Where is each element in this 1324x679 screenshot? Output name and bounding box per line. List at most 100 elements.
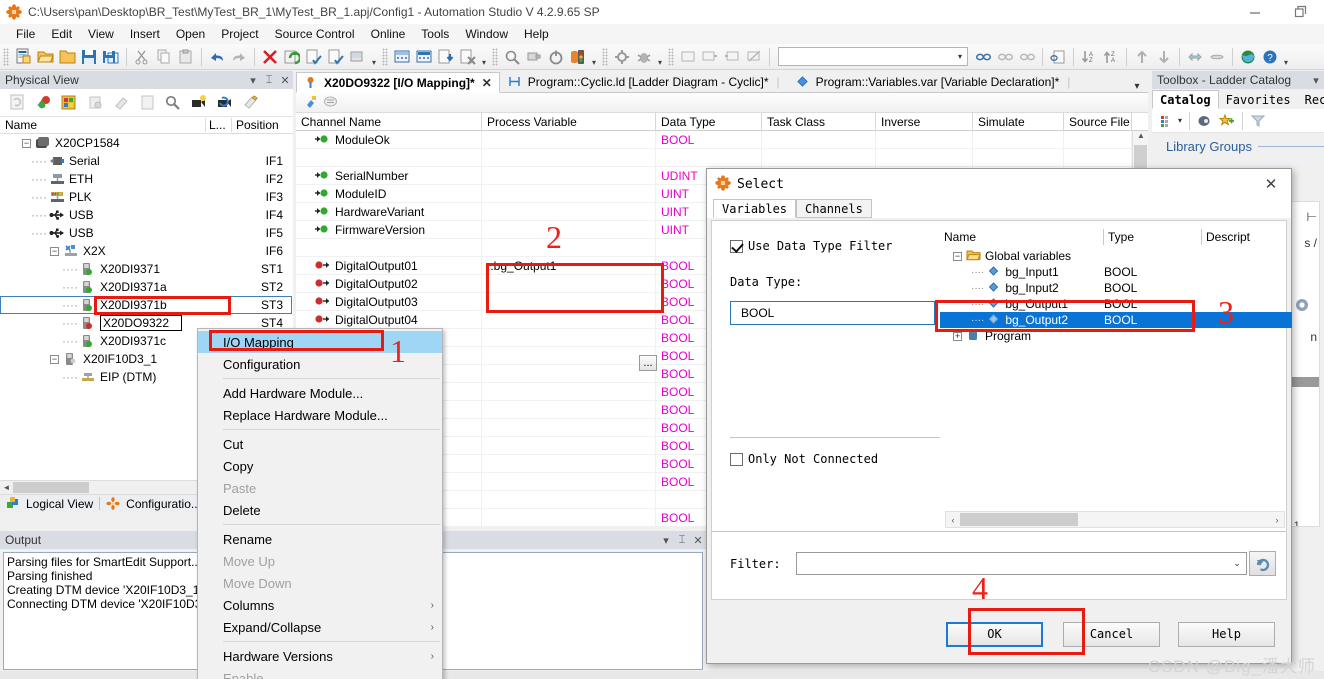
cell-process-variable[interactable] — [482, 184, 656, 203]
watch-window-icon[interactable] — [677, 46, 699, 68]
close-icon[interactable]: ✕ — [277, 74, 293, 87]
cell-process-variable[interactable] — [482, 202, 656, 221]
help-button[interactable]: Help — [1178, 621, 1275, 647]
cell-channel-name[interactable]: DigitalOutput04 — [296, 310, 482, 329]
tree-item-bg-output2[interactable]: ···· bg_Output2 BOOL — [940, 312, 1292, 328]
cell-process-variable[interactable] — [482, 292, 656, 311]
collapse-icon[interactable] — [1206, 46, 1228, 68]
sort-ascending-icon[interactable]: AZ — [1078, 46, 1100, 68]
power-icon[interactable] — [545, 46, 567, 68]
menu-item-expand-collapse[interactable]: Expand/Collapse › — [198, 616, 442, 638]
move-down-icon[interactable] — [1153, 46, 1175, 68]
tree-item-global-variables[interactable]: − Global variables — [940, 248, 1284, 264]
search-hardware-icon[interactable] — [160, 91, 186, 115]
debug-settings-icon[interactable] — [611, 46, 633, 68]
chevron-down-icon[interactable]: ⌄ — [1228, 558, 1246, 569]
column-header-inverse[interactable]: Inverse — [876, 112, 973, 131]
cell-process-variable[interactable] — [482, 328, 656, 347]
cell-process-variable[interactable] — [482, 130, 656, 149]
menu-item-help[interactable]: Help — [516, 25, 557, 43]
dock-tab-logical-view[interactable]: Logical View — [0, 496, 99, 511]
variable-mapping-icon[interactable] — [300, 94, 320, 112]
expander-icon[interactable]: − — [50, 354, 59, 364]
scroll-right-icon[interactable]: › — [1270, 515, 1284, 525]
menu-item-file[interactable]: File — [8, 25, 43, 43]
browse-variable-button[interactable]: ... — [639, 355, 657, 371]
cell-channel-name[interactable]: DigitalOutput01 — [296, 256, 482, 275]
diagonal-icon[interactable] — [108, 91, 134, 115]
add-hardware-icon[interactable] — [30, 91, 56, 115]
menu-item-hardware-versions[interactable]: Hardware Versions › — [198, 645, 442, 667]
open-project-icon[interactable] — [34, 46, 56, 68]
scroll-left-icon[interactable]: ◄ — [0, 483, 13, 492]
use-data-type-filter-checkbox[interactable] — [730, 239, 743, 253]
menu-item-view[interactable]: View — [80, 25, 122, 43]
clean-icon[interactable] — [457, 46, 479, 68]
monitor-stop-icon[interactable] — [413, 46, 435, 68]
expand-icon[interactable] — [1184, 46, 1206, 68]
cell-process-variable[interactable] — [482, 364, 656, 383]
toolbar-grip[interactable] — [382, 47, 388, 66]
clear-watch-icon[interactable] — [743, 46, 765, 68]
column-header-position[interactable]: Position — [231, 118, 293, 132]
new-project-icon[interactable] — [12, 46, 34, 68]
use-data-type-filter-row[interactable]: Use Data Type Filter — [730, 239, 940, 253]
menu-item-insert[interactable]: Insert — [122, 25, 168, 43]
cell-inverse[interactable] — [876, 130, 973, 149]
cell-process-variable[interactable] — [482, 220, 656, 239]
dock-tab-configuration[interactable]: Configuratio... — [100, 497, 207, 511]
save-icon[interactable] — [78, 46, 100, 68]
paste-icon[interactable] — [175, 46, 197, 68]
tab-io-mapping[interactable]: X20DO9322 [I/O Mapping]* ✕ — [296, 72, 500, 93]
expander-icon[interactable]: − — [953, 251, 962, 261]
add-favorite-icon[interactable] — [1216, 110, 1238, 132]
filter-clear-icon[interactable] — [1247, 110, 1269, 132]
save-all-icon[interactable] — [100, 46, 122, 68]
cell-process-variable[interactable] — [482, 274, 656, 293]
cell-channel-name[interactable]: SerialNumber — [296, 166, 482, 185]
debug-bug-icon[interactable] — [633, 46, 655, 68]
transfer-icon[interactable] — [347, 46, 369, 68]
menu-item-replace-hardware-module[interactable]: Replace Hardware Module... — [198, 404, 442, 426]
build-icon[interactable] — [281, 46, 303, 68]
tree-item-bg-input1[interactable]: ···· bg_Input1 BOOL — [940, 264, 1284, 280]
chevron-down-icon[interactable]: ▾ — [245, 74, 261, 87]
close-icon[interactable]: ✕ — [482, 76, 492, 90]
toolbar-overflow-button[interactable]: ▾ — [369, 47, 379, 67]
tree-item-usb-1[interactable]: ···· USB IF4 — [0, 206, 293, 224]
cell-process-variable[interactable] — [482, 472, 656, 491]
menu-item-add-hardware-module[interactable]: Add Hardware Module... — [198, 382, 442, 404]
column-header-channel-name[interactable]: Channel Name — [296, 112, 482, 131]
tree-item-x20di9371[interactable]: ···· X20DI9371 ST1 — [0, 260, 293, 278]
undo-icon[interactable] — [206, 46, 228, 68]
cell-process-variable[interactable] — [482, 508, 656, 527]
connect-icon[interactable] — [523, 46, 545, 68]
column-header-source-file[interactable]: Source File — [1064, 112, 1132, 131]
cell-task-class[interactable] — [762, 148, 876, 167]
globe-icon[interactable] — [1237, 46, 1259, 68]
cell-channel-name[interactable] — [296, 148, 482, 167]
menu-item-tools[interactable]: Tools — [413, 25, 457, 43]
only-not-connected-checkbox[interactable] — [730, 452, 743, 466]
copy-module-icon[interactable] — [82, 91, 108, 115]
column-header-description[interactable]: Descript — [1202, 229, 1282, 245]
menu-item-window[interactable]: Window — [457, 25, 516, 43]
cell-channel-name[interactable]: DigitalOutput03 — [296, 292, 482, 311]
pin-icon[interactable]: ⌶ — [674, 534, 690, 547]
menu-item-copy[interactable]: Copy — [198, 455, 442, 477]
cell-process-variable[interactable]: ::bg_Output1 — [482, 256, 656, 275]
menu-item-cut[interactable]: Cut — [198, 433, 442, 455]
remove-watch-icon[interactable] — [721, 46, 743, 68]
cell-process-variable[interactable] — [482, 400, 656, 419]
redo-icon[interactable] — [228, 46, 250, 68]
tab-favorites[interactable]: Favorites — [1219, 90, 1298, 109]
ok-button[interactable]: OK — [946, 621, 1043, 647]
hscroll-thumb[interactable] — [960, 513, 1078, 526]
column-header-name[interactable]: Name — [0, 118, 205, 132]
cell-simulate[interactable] — [973, 148, 1064, 167]
tree-item-label-editing[interactable]: X20DO9322 — [99, 315, 183, 331]
cell-process-variable[interactable] — [482, 346, 656, 365]
move-up-icon[interactable] — [1131, 46, 1153, 68]
menu-item-edit[interactable]: Edit — [43, 25, 80, 43]
column-header-name[interactable]: Name — [940, 229, 1104, 245]
